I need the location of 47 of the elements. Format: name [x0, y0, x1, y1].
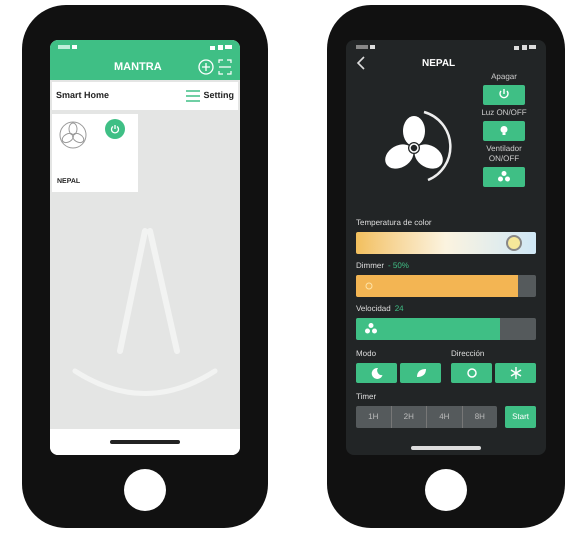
device-title: NEPAL [422, 56, 456, 70]
reading: 24 [394, 303, 404, 315]
slider-thumb[interactable] [506, 235, 522, 251]
direction-label: Dirección [451, 348, 486, 360]
snowflake-icon [508, 366, 522, 380]
action-label: Luz ON/OFF [481, 108, 527, 118]
power-button[interactable] [483, 85, 525, 105]
section-title: Smart Home [56, 89, 110, 102]
power-button[interactable] [105, 119, 125, 139]
color-temperature-slider[interactable] [356, 232, 536, 254]
moon-icon [370, 366, 384, 380]
list-settings-icon[interactable] [186, 90, 200, 102]
sun-icon [364, 281, 374, 291]
back-icon[interactable] [356, 56, 366, 70]
timer-label: Timer [356, 391, 378, 403]
action-label: Apagar [491, 72, 517, 82]
fan-button[interactable] [483, 167, 525, 187]
app-title: MANTRA [114, 60, 163, 75]
leaf-mode-button[interactable] [400, 363, 441, 383]
home-indicator [411, 446, 481, 450]
home-indicator [110, 440, 180, 444]
snowflake-mode-button[interactable] [495, 363, 536, 383]
speed-label: Velocidad [356, 303, 391, 315]
speed-slider[interactable] [356, 318, 536, 340]
timer-option[interactable]: 4H [426, 406, 462, 428]
light-button[interactable] [483, 121, 525, 141]
fan-icon [364, 322, 378, 336]
action-label: Ventilador ON/OFF [485, 144, 523, 164]
home-button[interactable] [124, 469, 166, 511]
power-icon [110, 124, 120, 134]
moon-mode-button[interactable] [356, 363, 397, 383]
home-button[interactable] [425, 469, 467, 511]
mode-label: Modo [356, 348, 378, 360]
add-icon[interactable] [198, 59, 214, 75]
fan-icon [497, 170, 511, 184]
reading: - 50% [388, 260, 409, 272]
fan-icon [57, 119, 89, 151]
sun-icon [464, 366, 478, 380]
dimmer-label: Dimmer [356, 260, 384, 272]
color-temperature-label: Temperatura de color [356, 217, 433, 229]
scan-icon[interactable] [218, 59, 232, 75]
start-button[interactable]: Start [505, 406, 536, 428]
timer-option[interactable]: 8H [462, 406, 498, 428]
timer-option[interactable]: 1H [356, 406, 391, 428]
sun-mode-button[interactable] [451, 363, 492, 383]
timer-option[interactable]: 2H [390, 406, 426, 428]
setting-link[interactable]: Setting [204, 89, 234, 103]
